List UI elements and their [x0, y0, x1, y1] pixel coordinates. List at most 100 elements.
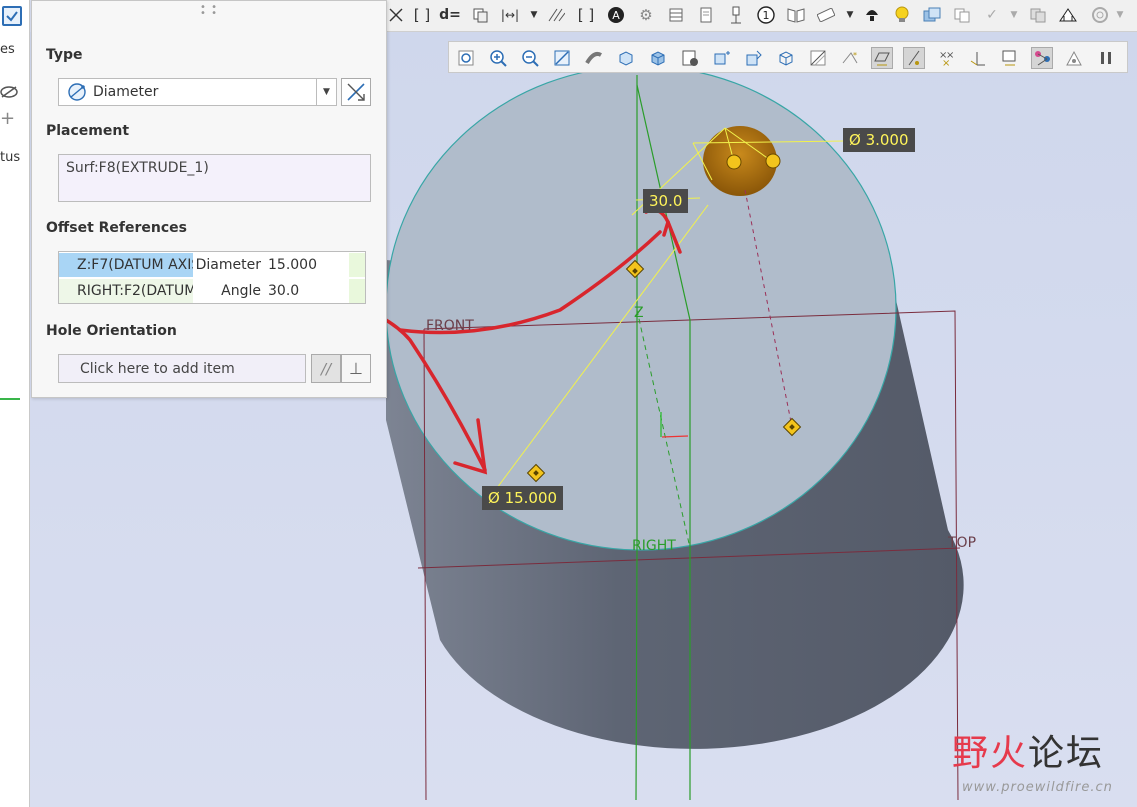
dropdown-arrow-2-icon[interactable]: ▼: [840, 5, 860, 25]
zoom-out-icon[interactable]: [519, 47, 541, 69]
hide-eye-icon[interactable]: [0, 84, 18, 98]
bracket-icon[interactable]: [ ]: [412, 5, 432, 25]
chevron-down-icon[interactable]: ▼: [316, 79, 336, 105]
plane-display-icon[interactable]: [871, 47, 893, 69]
section-title-type: Type: [46, 47, 83, 63]
ruler-icon[interactable]: [816, 5, 836, 25]
flip-direction-icon: [347, 83, 365, 101]
save-copy-icon[interactable]: [1028, 5, 1048, 25]
pause-icon[interactable]: [1063, 47, 1085, 69]
csys-display-icon[interactable]: [967, 47, 989, 69]
type-select-value: Diameter: [93, 84, 159, 100]
hole-orientation-placeholder: Click here to add item: [80, 360, 235, 377]
point-display-icon[interactable]: × × ×: [935, 47, 957, 69]
hole-dashboard-panel: • • • • Type Diameter ▼ Placement Surf:F…: [31, 0, 387, 398]
table-icon[interactable]: [666, 5, 686, 25]
table-row[interactable]: RIGHT:F2(DATUM PLANE) Angle 30.0: [59, 279, 365, 303]
row-filler: [349, 279, 365, 303]
datum-label-top: TOP: [948, 535, 977, 551]
section-title-offset-references: Offset References: [46, 220, 187, 236]
number-one-icon[interactable]: 1: [756, 5, 776, 25]
plus-icon[interactable]: +: [0, 108, 15, 129]
left-strip: es + tus: [0, 0, 30, 807]
target-icon[interactable]: [1090, 5, 1110, 25]
dropdown-arrow-icon[interactable]: ▼: [524, 5, 544, 25]
bulb-icon[interactable]: [892, 5, 912, 25]
table-row[interactable]: Z:F7(DATUM AXIS) Diameter 15.000: [59, 253, 365, 277]
check-dim-icon[interactable]: ✓: [982, 5, 1002, 25]
offset-type-cell[interactable]: Angle: [193, 279, 265, 303]
left-strip-label-es[interactable]: es: [0, 42, 15, 57]
lamp-dark-icon[interactable]: [862, 5, 882, 25]
offset-references-table: Z:F7(DATUM AXIS) Diameter 15.000 RIGHT:F…: [58, 251, 366, 304]
checkbox-icon[interactable]: [2, 6, 22, 26]
book-icon[interactable]: [786, 5, 806, 25]
repaint-icon[interactable]: [551, 47, 573, 69]
left-strip-label-tus[interactable]: tus: [0, 150, 20, 165]
shading-icon[interactable]: [583, 47, 605, 69]
camera-icon[interactable]: [679, 47, 701, 69]
offset-reference-cell[interactable]: RIGHT:F2(DATUM PLANE): [59, 279, 193, 303]
windows-icon[interactable]: [922, 5, 942, 25]
bracket-2-icon[interactable]: [ ]: [576, 5, 596, 25]
axis-label-z: Z: [634, 305, 644, 321]
svg-text:×: ×: [942, 58, 950, 67]
zoom-in-icon[interactable]: [487, 47, 509, 69]
view-manager-icon[interactable]: [743, 47, 765, 69]
view-toolbar: * × × ×: [448, 41, 1128, 73]
type-select[interactable]: Diameter ▼: [58, 78, 337, 106]
annotation-a-icon[interactable]: A: [606, 5, 626, 25]
svg-text:A: A: [612, 9, 620, 22]
row-filler: [349, 253, 365, 277]
zoom-fit-icon[interactable]: [455, 47, 477, 69]
section-icon[interactable]: [807, 47, 829, 69]
pin-icon[interactable]: [726, 5, 746, 25]
hole-orientation-collector[interactable]: Click here to add item: [58, 354, 306, 383]
copy-paste-icon[interactable]: [952, 5, 972, 25]
dimension-icon[interactable]: [386, 5, 406, 25]
perpendicular-button[interactable]: ⊥: [341, 354, 371, 383]
watermark-url: www.proewildfire.cn: [962, 780, 1113, 795]
dimension-diameter-small[interactable]: Ø 3.000: [843, 128, 915, 152]
dimension-angle[interactable]: 30.0: [643, 189, 689, 213]
offset-reference-cell[interactable]: Z:F7(DATUM AXIS): [59, 253, 193, 277]
datum-label-front: FRONT: [426, 318, 474, 334]
watermark-logo: 野火论坛: [952, 733, 1105, 774]
datum-label-right: RIGHT: [632, 538, 676, 554]
dropdown-arrow-4-icon[interactable]: ▼: [1110, 5, 1130, 25]
relation-icon[interactable]: d=: [439, 5, 461, 25]
offset-type-cell[interactable]: Diameter: [193, 253, 265, 277]
cube-icon[interactable]: [615, 47, 637, 69]
offset-value-cell[interactable]: 15.000: [265, 253, 349, 277]
watermark: 野火论坛 www.proewildfire.cn: [952, 724, 1132, 804]
hatch-icon[interactable]: [546, 5, 566, 25]
cube-shaded-icon[interactable]: [647, 47, 669, 69]
copy-icon[interactable]: [470, 5, 490, 25]
annotation-display-icon[interactable]: [999, 47, 1021, 69]
perpendicular-icon: ⊥: [349, 359, 363, 378]
diameter-type-icon: [67, 82, 87, 102]
gear-icon[interactable]: ⚙: [636, 5, 656, 25]
section-title-placement: Placement: [46, 123, 130, 139]
svg-text:1: 1: [763, 9, 770, 22]
document-icon[interactable]: [696, 5, 716, 25]
spin-center-display-icon[interactable]: [1031, 47, 1053, 69]
section-title-hole-orientation: Hole Orientation: [46, 323, 177, 339]
measure-icon[interactable]: |↔|: [500, 5, 520, 25]
panel-grip-handle[interactable]: • • • •: [200, 3, 222, 19]
svg-text:*: *: [853, 51, 857, 60]
placement-reference-value: Surf:F8(EXTRUDE_1): [66, 160, 209, 176]
parallel-button[interactable]: //: [311, 354, 341, 383]
wireframe-icon[interactable]: [775, 47, 797, 69]
axis-display-icon[interactable]: [903, 47, 925, 69]
datum-display-icon[interactable]: *: [839, 47, 861, 69]
dropdown-arrow-3-icon[interactable]: ▼: [1004, 5, 1024, 25]
offset-value-cell[interactable]: 30.0: [265, 279, 349, 303]
progress-line: [0, 398, 20, 400]
placement-reference-collector[interactable]: Surf:F8(EXTRUDE_1): [58, 154, 371, 202]
spin-center-icon[interactable]: [711, 47, 733, 69]
pause-bars-icon[interactable]: [1095, 47, 1117, 69]
flip-direction-button[interactable]: [341, 78, 371, 106]
dimension-diameter-large[interactable]: Ø 15.000: [482, 486, 564, 510]
weld-icon[interactable]: [1058, 5, 1078, 25]
